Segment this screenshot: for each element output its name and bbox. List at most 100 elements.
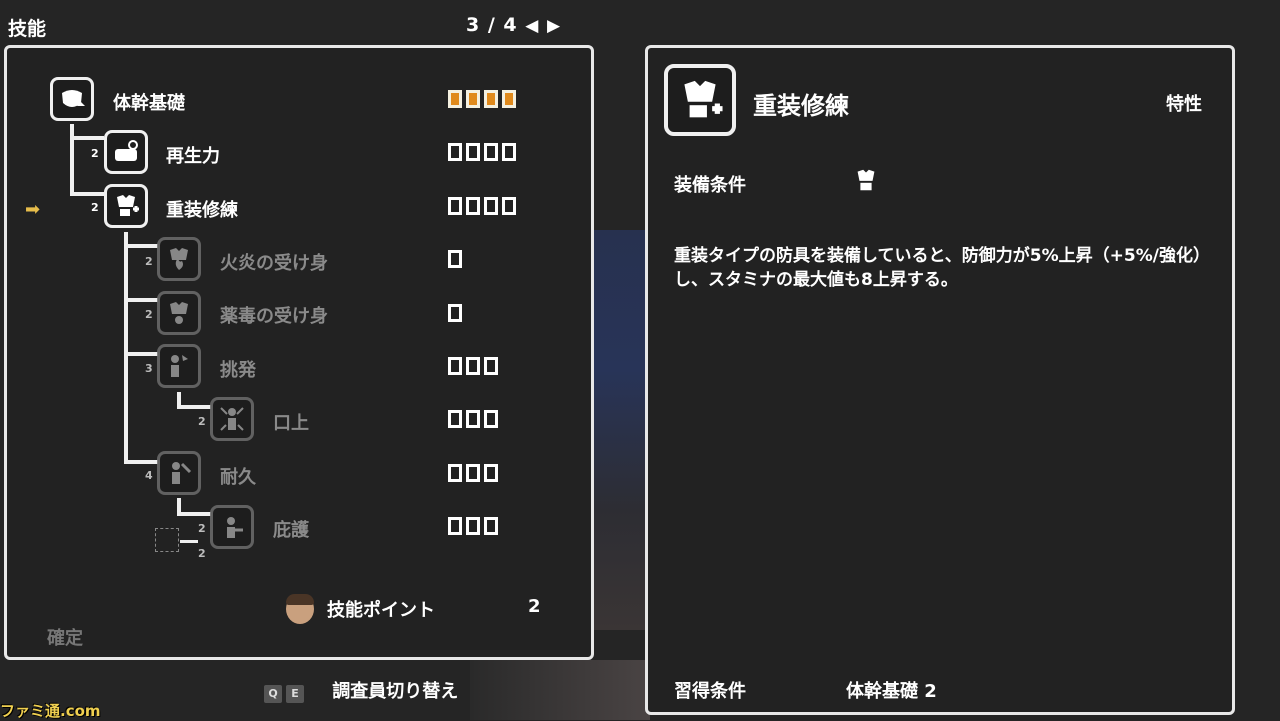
heavy-armor-training-icon[interactable] [104, 184, 148, 228]
speech-icon[interactable] [210, 397, 254, 441]
detail-type: 特性 [1166, 94, 1202, 115]
skill-level-pip [484, 90, 498, 108]
skill-points-value: 2 [528, 596, 541, 617]
page-title: 技能 [8, 18, 47, 40]
skill-level-pips [448, 357, 498, 375]
skill-level-pip [484, 357, 498, 375]
next-page-icon[interactable]: ▶ [547, 16, 561, 36]
skill-detail-panel [645, 45, 1235, 715]
skill-level-pip [448, 90, 462, 108]
node-cost: 2 [198, 547, 206, 560]
skill-level-pip [448, 410, 462, 428]
confirm-button[interactable]: 確定 [47, 624, 83, 650]
pager-text: 3 / 4 [466, 14, 518, 36]
key-e-button[interactable]: E [286, 685, 304, 703]
tree-connector [124, 232, 128, 464]
skill-label-heavy-armor[interactable]: 重装修練 [166, 196, 238, 222]
skill-level-pip [448, 197, 462, 215]
tree-connector [124, 298, 158, 302]
skill-level-pip [466, 143, 480, 161]
node-cost: 4 [145, 469, 153, 482]
skill-level-pip [448, 357, 462, 375]
skill-level-pips [448, 517, 498, 535]
fire-guard-icon[interactable] [157, 237, 201, 281]
skill-level-pip [466, 517, 480, 535]
node-cost: 2 [91, 201, 99, 214]
skill-level-pip [484, 410, 498, 428]
protection-icon[interactable] [210, 505, 254, 549]
tree-connector [70, 124, 74, 196]
detail-title: 重装修練 [753, 92, 849, 120]
skill-label-protection[interactable]: 庇護 [273, 516, 309, 542]
skill-level-pip [484, 143, 498, 161]
skill-level-pip [484, 517, 498, 535]
skill-level-pips [448, 197, 516, 215]
skill-level-pip [484, 464, 498, 482]
skill-level-pip [484, 197, 498, 215]
skill-label-regeneration[interactable]: 再生力 [166, 142, 220, 168]
watermark-logo: ファミ通.com [0, 702, 101, 720]
switch-investigator-label: 調査員切り替え [332, 681, 459, 702]
tree-connector [124, 352, 158, 356]
node-cost: 2 [198, 415, 206, 428]
skill-level-pip [502, 197, 516, 215]
skill-level-pip [502, 143, 516, 161]
node-cost: 2 [145, 255, 153, 268]
skill-level-pip [466, 357, 480, 375]
tree-connector [70, 136, 104, 140]
skill-label-poison-guard[interactable]: 薬毒の受け身 [220, 302, 328, 328]
tree-connector [124, 460, 158, 464]
endurance-icon[interactable] [157, 451, 201, 495]
background-floor [470, 660, 650, 720]
skill-level-pip [448, 464, 462, 482]
node-cost: 2 [91, 147, 99, 160]
skill-level-pip [502, 90, 516, 108]
tree-connector [180, 540, 198, 543]
skill-level-pips [448, 90, 516, 108]
skill-level-pip [466, 464, 480, 482]
skill-level-pips [448, 250, 462, 268]
skill-label-trunk-basics[interactable]: 体幹基礎 [113, 89, 185, 115]
skill-points-label: 技能ポイント [327, 600, 435, 621]
node-cost: 2 [145, 308, 153, 321]
character-avatar [286, 594, 314, 624]
skill-level-pip [466, 90, 480, 108]
key-q-button[interactable]: Q [264, 685, 282, 703]
tree-connector [70, 192, 104, 196]
skill-level-pip [466, 410, 480, 428]
trunk-basics-icon[interactable] [50, 77, 94, 121]
heavy-armor-detail-icon [664, 64, 736, 136]
tree-connector [177, 512, 211, 516]
skill-label-speech[interactable]: 口上 [273, 409, 309, 435]
skill-level-pips [448, 464, 498, 482]
learn-condition-label: 習得条件 [674, 681, 746, 702]
node-cost: 2 [198, 522, 206, 535]
skill-level-pip [466, 197, 480, 215]
node-cost: 3 [145, 362, 153, 375]
learn-condition-value: 体幹基礎 2 [846, 681, 937, 702]
provoke-icon[interactable] [157, 344, 201, 388]
skill-level-pips [448, 410, 498, 428]
investigator-switcher: QE 調査員切り替え [264, 677, 458, 703]
pager: 3 / 4 ◀ ▶ [466, 14, 561, 36]
poison-guard-icon[interactable] [157, 291, 201, 335]
linked-skill-mini-icon [155, 528, 179, 552]
skill-level-pips [448, 143, 516, 161]
tree-connector [124, 244, 158, 248]
skill-level-pip [448, 250, 462, 268]
skill-description: 重装タイプの防具を装備していると、防御力が5%上昇（+5%/強化）し、スタミナの… [674, 246, 1202, 290]
equip-condition-label: 装備条件 [674, 175, 746, 196]
tree-connector [177, 405, 211, 409]
skill-label-endurance[interactable]: 耐久 [220, 463, 256, 489]
avatar-hair [286, 594, 314, 605]
skill-label-provoke[interactable]: 挑発 [220, 356, 256, 382]
armor-icon [852, 166, 880, 198]
skill-label-fire-guard[interactable]: 火炎の受け身 [220, 249, 328, 275]
regeneration-icon[interactable] [104, 130, 148, 174]
prev-page-icon[interactable]: ◀ [525, 16, 539, 36]
skill-level-pip [448, 517, 462, 535]
skill-level-pip [448, 143, 462, 161]
skill-level-pip [448, 304, 462, 322]
skill-level-pips [448, 304, 462, 322]
selection-cursor-icon: ➡ [25, 199, 41, 220]
